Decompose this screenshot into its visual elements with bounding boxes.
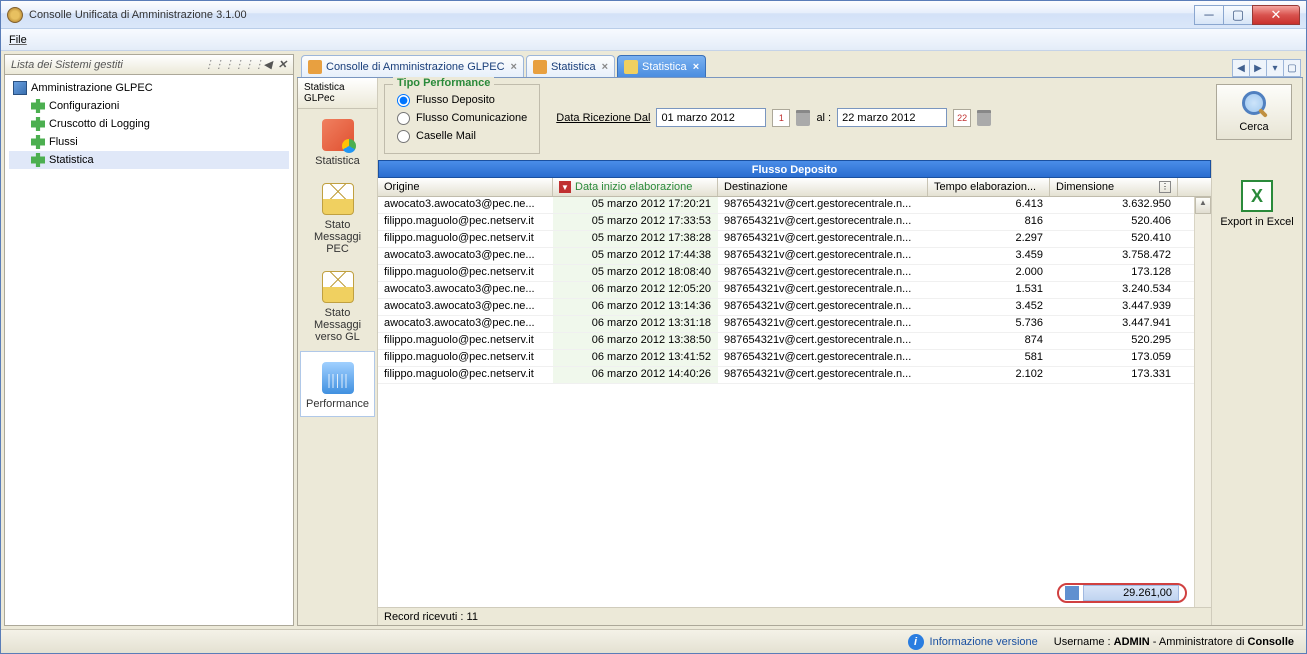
cat-performance[interactable]: Performance: [300, 351, 375, 417]
tab-bar: Consolle di Amministrazione GLPEC × Stat…: [297, 54, 1303, 78]
collapse-icon[interactable]: ◀: [263, 58, 271, 71]
tree-item-cruscotto[interactable]: Cruscotto di Logging: [9, 115, 289, 133]
clear-from-icon[interactable]: [796, 110, 810, 126]
menu-file[interactable]: File: [9, 34, 27, 46]
tab-list-button[interactable]: ▾: [1266, 59, 1284, 77]
statusbar: i Informazione versione Username : ADMIN…: [1, 629, 1306, 653]
tree-item-configurazioni[interactable]: Configurazioni: [9, 97, 289, 115]
envelope-icon: [322, 183, 354, 215]
systems-panel-header: Lista dei Sistemi gestiti ⋮⋮⋮⋮⋮⋮ ◀ ✕: [5, 55, 293, 75]
table-row[interactable]: filippo.maguolo@pec.netserv.it06 marzo 2…: [378, 367, 1211, 384]
tab-close-icon[interactable]: ×: [602, 61, 608, 73]
puzzle-icon: [31, 153, 45, 167]
sum-icon: [1065, 586, 1079, 600]
titlebar[interactable]: Consolle Unificata di Amministrazione 3.…: [1, 1, 1306, 29]
cat-statistica[interactable]: Statistica: [298, 109, 377, 173]
maximize-button[interactable]: ▢: [1223, 5, 1253, 25]
username-label: Username : ADMIN - Amministratore di Con…: [1054, 636, 1294, 648]
systems-panel: Lista dei Sistemi gestiti ⋮⋮⋮⋮⋮⋮ ◀ ✕ Amm…: [4, 54, 294, 626]
category-bar: Statistica GLPec Statistica Stato Messag…: [298, 78, 378, 625]
table-body[interactable]: awocato3.awocato3@pec.ne...05 marzo 2012…: [378, 197, 1211, 607]
table-title: Flusso Deposito: [378, 160, 1211, 178]
menubar: File: [1, 29, 1306, 51]
excel-icon: [1241, 180, 1273, 212]
table-row[interactable]: awocato3.awocato3@pec.ne...06 marzo 2012…: [378, 316, 1211, 333]
radio-flusso-comunicazione[interactable]: Flusso Comunicazione: [397, 109, 527, 127]
total-box: 29.261,00: [1057, 583, 1187, 603]
puzzle-icon: [31, 99, 45, 113]
minimize-button[interactable]: ─: [1194, 5, 1224, 25]
puzzle-icon: [31, 135, 45, 149]
tab-admin[interactable]: Consolle di Amministrazione GLPEC ×: [301, 55, 524, 77]
tree-item-flussi[interactable]: Flussi: [9, 133, 289, 151]
table-row[interactable]: awocato3.awocato3@pec.ne...05 marzo 2012…: [378, 197, 1211, 214]
date-filter: Data Ricezione Dal 1 al : 22: [556, 108, 991, 127]
scroll-up-icon[interactable]: ▲: [1195, 197, 1211, 214]
tree-item-statistica[interactable]: Statistica: [9, 151, 289, 169]
col-dimensione[interactable]: Dimensione ⋮: [1050, 178, 1178, 196]
table-row[interactable]: filippo.maguolo@pec.netserv.it05 marzo 2…: [378, 214, 1211, 231]
table-row[interactable]: filippo.maguolo@pec.netserv.it05 marzo 2…: [378, 231, 1211, 248]
systems-tree: Amministrazione GLPEC Configurazioni Cru…: [5, 75, 293, 625]
table-row[interactable]: filippo.maguolo@pec.netserv.it06 marzo 2…: [378, 350, 1211, 367]
panel-close-icon[interactable]: ✕: [278, 58, 287, 71]
envelope-icon: [322, 271, 354, 303]
close-button[interactable]: ✕: [1252, 5, 1300, 25]
col-data-inizio[interactable]: ▼ Data inizio elaborazione: [553, 178, 718, 196]
tab-icon: [308, 60, 322, 74]
tab-statistica-2[interactable]: Statistica ×: [617, 55, 706, 77]
column-picker-icon[interactable]: ⋮: [1159, 181, 1171, 193]
calendar-to-icon[interactable]: 22: [953, 109, 971, 127]
category-header[interactable]: Statistica GLPec: [298, 78, 377, 109]
app-icon: [7, 7, 23, 23]
window-title: Consolle Unificata di Amministrazione 3.…: [29, 9, 1195, 21]
panel-grip-icon[interactable]: ⋮⋮⋮⋮⋮⋮: [203, 58, 263, 71]
tab-next-button[interactable]: ▶: [1249, 59, 1267, 77]
table-row[interactable]: awocato3.awocato3@pec.ne...06 marzo 2012…: [378, 299, 1211, 316]
tab-icon: [624, 60, 638, 74]
tab-prev-button[interactable]: ◀: [1232, 59, 1250, 77]
radio-flusso-deposito[interactable]: Flusso Deposito: [397, 91, 527, 109]
table-row[interactable]: awocato3.awocato3@pec.ne...05 marzo 2012…: [378, 248, 1211, 265]
performance-icon: [322, 362, 354, 394]
info-icon[interactable]: i: [908, 634, 924, 650]
puzzle-icon: [31, 117, 45, 131]
perf-type-group: Tipo Performance Flusso Deposito Flusso …: [384, 84, 540, 154]
tree-root[interactable]: Amministrazione GLPEC: [9, 79, 289, 97]
tab-close-icon[interactable]: ×: [693, 61, 699, 73]
magnifier-icon: [1240, 91, 1268, 119]
filter-row: Tipo Performance Flusso Deposito Flusso …: [378, 78, 1302, 160]
version-link[interactable]: Informazione versione: [930, 636, 1038, 648]
system-icon: [13, 81, 27, 95]
cat-stato-gl[interactable]: Stato Messaggi verso GL: [298, 261, 377, 349]
cat-stato-pec[interactable]: Stato Messaggi PEC: [298, 173, 377, 261]
statistics-icon: [322, 119, 354, 151]
col-destinazione[interactable]: Destinazione: [718, 178, 928, 196]
table-row[interactable]: filippo.maguolo@pec.netserv.it06 marzo 2…: [378, 333, 1211, 350]
tab-close-icon[interactable]: ×: [511, 61, 517, 73]
clear-to-icon[interactable]: [977, 110, 991, 126]
calendar-from-icon[interactable]: 1: [772, 109, 790, 127]
from-label: Data Ricezione Dal: [556, 112, 650, 124]
record-count: Record ricevuti : 11: [378, 607, 1211, 625]
tab-icon: [533, 60, 547, 74]
table-row[interactable]: awocato3.awocato3@pec.ne...06 marzo 2012…: [378, 282, 1211, 299]
col-tempo[interactable]: Tempo elaborazion...: [928, 178, 1050, 196]
table-header: Origine ▼ Data inizio elaborazione Desti…: [378, 178, 1211, 197]
date-from-input[interactable]: [656, 108, 766, 127]
app-window: Consolle Unificata di Amministrazione 3.…: [0, 0, 1307, 654]
col-origine[interactable]: Origine: [378, 178, 553, 196]
radio-caselle-mail[interactable]: Caselle Mail: [397, 127, 527, 145]
date-to-input[interactable]: [837, 108, 947, 127]
total-value: 29.261,00: [1083, 585, 1179, 601]
to-label: al :: [816, 112, 831, 124]
search-button[interactable]: Cerca: [1216, 84, 1292, 140]
table-row[interactable]: filippo.maguolo@pec.netserv.it05 marzo 2…: [378, 265, 1211, 282]
tab-statistica-1[interactable]: Statistica ×: [526, 55, 615, 77]
group-legend: Tipo Performance: [393, 77, 494, 89]
sort-desc-icon: ▼: [559, 181, 571, 193]
tab-max-button[interactable]: ▢: [1283, 59, 1301, 77]
export-excel-button[interactable]: Export in Excel: [1218, 180, 1296, 228]
